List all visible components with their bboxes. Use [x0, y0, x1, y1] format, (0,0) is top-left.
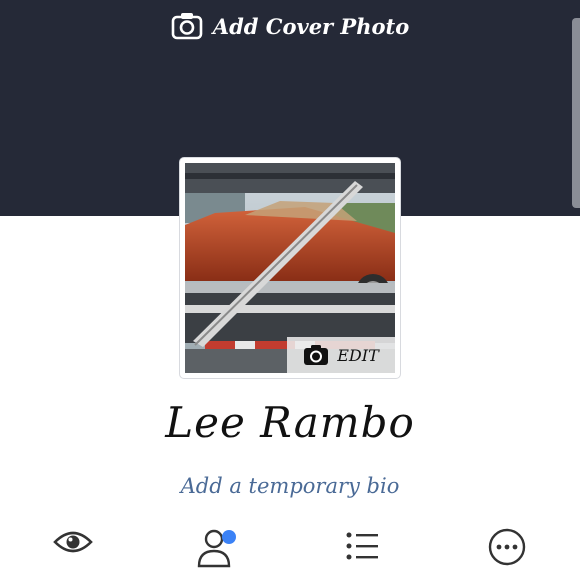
view-as-button[interactable] [33, 528, 113, 580]
more-options-button[interactable] [467, 528, 547, 580]
profile-photo[interactable]: EDIT [185, 163, 395, 373]
camera-icon [171, 13, 203, 40]
add-bio-link[interactable]: Add a temporary bio [0, 474, 580, 498]
more-icon [488, 528, 526, 566]
notification-badge [222, 530, 236, 544]
list-icon [346, 532, 378, 560]
profile-picture-frame[interactable]: EDIT [180, 158, 400, 378]
profile-action-bar [0, 528, 580, 580]
eye-icon [53, 531, 93, 553]
update-info-button[interactable] [174, 528, 254, 580]
camera-icon [304, 345, 329, 365]
edit-label: EDIT [337, 345, 379, 365]
edit-profile-photo-button[interactable]: EDIT [287, 337, 395, 373]
add-cover-photo-button[interactable]: Add Cover Photo [0, 12, 580, 40]
profile-name: Lee Rambo [165, 398, 415, 447]
scrollbar[interactable] [572, 18, 580, 208]
add-cover-photo-label: Add Cover Photo [212, 13, 410, 39]
activity-log-button[interactable] [322, 528, 402, 580]
